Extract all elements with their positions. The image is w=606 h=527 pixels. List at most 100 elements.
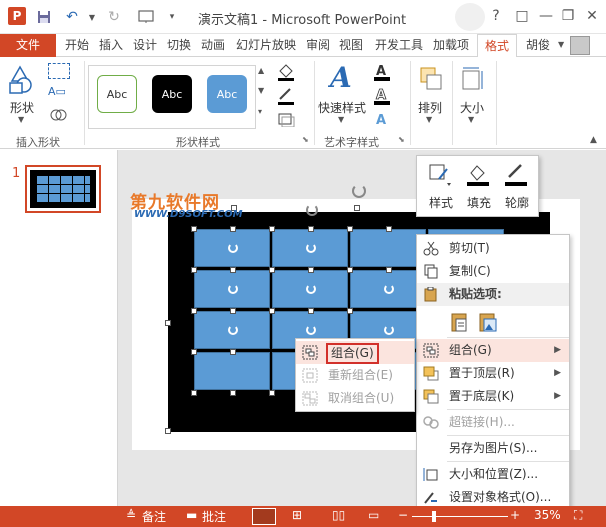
shapes-dropdown-icon[interactable]: ▼ bbox=[18, 115, 24, 124]
save-icon[interactable] bbox=[34, 7, 54, 27]
text-effects-icon[interactable]: A bbox=[372, 111, 394, 128]
user-name[interactable]: 胡俊 bbox=[526, 34, 550, 57]
shape-effects-icon[interactable] bbox=[276, 111, 296, 128]
shape-outline-icon[interactable] bbox=[276, 87, 296, 105]
text-box-icon[interactable]: A▭ bbox=[48, 85, 70, 101]
resize-handle[interactable] bbox=[269, 226, 275, 232]
tab-file[interactable]: 文件 bbox=[0, 34, 56, 57]
rotate-handle-icon[interactable] bbox=[384, 284, 394, 294]
submenu-item-group[interactable]: 组合(G) bbox=[296, 341, 414, 364]
rotate-handle-icon[interactable] bbox=[306, 204, 318, 216]
resize-handle[interactable] bbox=[308, 308, 314, 314]
notes-button[interactable]: 备注 bbox=[142, 508, 166, 525]
blue-rectangle-shape[interactable] bbox=[350, 229, 426, 267]
comments-button[interactable]: 批注 bbox=[202, 508, 226, 525]
resize-handle[interactable] bbox=[347, 308, 353, 314]
menu-item-cut[interactable]: 剪切(T) bbox=[417, 237, 569, 260]
size-button[interactable]: 大小 bbox=[460, 99, 484, 116]
notes-icon[interactable]: ≜ bbox=[126, 508, 136, 522]
start-from-beginning-icon[interactable] bbox=[136, 7, 156, 27]
quick-styles-icon[interactable]: A bbox=[327, 61, 356, 95]
resize-handle[interactable] bbox=[191, 308, 197, 314]
style-button[interactable]: 样式 bbox=[429, 194, 453, 211]
tab-format[interactable]: 格式 bbox=[477, 34, 517, 58]
arrange-icon[interactable] bbox=[418, 65, 444, 93]
resize-handle[interactable] bbox=[230, 390, 236, 396]
fill-icon[interactable] bbox=[465, 161, 491, 187]
slide-thumbnail[interactable] bbox=[25, 165, 101, 213]
edit-shape-icon[interactable] bbox=[48, 63, 70, 79]
customize-qat-icon[interactable]: ▾ bbox=[162, 7, 182, 27]
tab-insert[interactable]: 插入 bbox=[96, 34, 126, 57]
gallery-more-icon[interactable]: ▾ bbox=[258, 107, 262, 116]
tab-home[interactable]: 开始 bbox=[62, 34, 92, 57]
menu-item-copy[interactable]: 复制(C) bbox=[417, 260, 569, 283]
resize-handle[interactable] bbox=[347, 267, 353, 273]
gallery-scroll-up-icon[interactable]: ▲ bbox=[258, 66, 264, 75]
tab-view[interactable]: 视图 bbox=[336, 34, 366, 57]
shapes-button[interactable]: 形状 bbox=[10, 99, 34, 116]
fill-button[interactable]: 填充 bbox=[467, 194, 491, 211]
resize-handle[interactable] bbox=[230, 349, 236, 355]
shape-style-blue[interactable]: Abc bbox=[207, 75, 247, 113]
resize-handle[interactable] bbox=[269, 390, 275, 396]
blue-rectangle-shape[interactable] bbox=[194, 352, 270, 390]
restore-button[interactable]: ❐ bbox=[556, 5, 580, 27]
submenu-item-regroup[interactable]: 重新组合(E) bbox=[296, 364, 414, 387]
outline-icon[interactable] bbox=[503, 161, 529, 187]
resize-handle[interactable] bbox=[308, 267, 314, 273]
rotate-handle-icon[interactable] bbox=[228, 243, 238, 253]
tab-addins[interactable]: 加载项 bbox=[430, 34, 472, 57]
minimize-button[interactable]: — bbox=[534, 5, 558, 27]
menu-item-size-and-position[interactable]: 大小和位置(Z)... bbox=[417, 463, 569, 486]
zoom-slider-thumb[interactable] bbox=[432, 511, 436, 522]
merge-shapes-icon[interactable] bbox=[48, 107, 70, 123]
quick-styles-dropdown-icon[interactable]: ▼ bbox=[338, 115, 344, 124]
tab-transitions[interactable]: 切换 bbox=[164, 34, 194, 57]
slide-show-view-icon[interactable]: ▭ bbox=[368, 508, 379, 522]
menu-item-bring-to-front[interactable]: 置于顶层(R) ▶ bbox=[417, 362, 569, 385]
resize-handle[interactable] bbox=[230, 308, 236, 314]
rotate-handle-icon[interactable] bbox=[306, 284, 316, 294]
resize-handle[interactable] bbox=[165, 428, 171, 434]
menu-item-save-as-picture[interactable]: 另存为图片(S)... bbox=[417, 437, 569, 460]
style-icon[interactable] bbox=[427, 161, 453, 187]
tab-review[interactable]: 审阅 bbox=[304, 34, 332, 57]
gallery-scroll-down-icon[interactable]: ▼ bbox=[258, 86, 264, 95]
redo-icon[interactable]: ↻ bbox=[104, 7, 124, 27]
zoom-level[interactable]: 35% bbox=[534, 508, 561, 522]
submenu-item-ungroup[interactable]: 取消组合(U) bbox=[296, 387, 414, 410]
resize-handle[interactable] bbox=[191, 226, 197, 232]
undo-icon[interactable]: ↶ bbox=[62, 7, 82, 27]
menu-item-hyperlink[interactable]: 超链接(H)... bbox=[417, 411, 569, 434]
text-fill-icon[interactable]: A bbox=[372, 63, 394, 81]
normal-view-icon[interactable] bbox=[252, 508, 276, 525]
fit-slide-icon[interactable]: ⛶ bbox=[574, 508, 582, 523]
quick-styles-button[interactable]: 快速样式 bbox=[318, 99, 366, 116]
shape-styles-launcher-icon[interactable]: ⬊ bbox=[302, 135, 309, 144]
resize-handle[interactable] bbox=[191, 349, 197, 355]
wordart-launcher-icon[interactable]: ⬊ bbox=[398, 135, 405, 144]
resize-handle[interactable] bbox=[269, 308, 275, 314]
tab-slide-show[interactable]: 幻灯片放映 bbox=[232, 34, 300, 57]
shapes-gallery-icon[interactable] bbox=[8, 63, 36, 95]
rotate-handle-icon[interactable] bbox=[306, 243, 316, 253]
paste-keep-formatting-icon[interactable] bbox=[449, 311, 471, 333]
collapse-ribbon-icon[interactable]: ▲ bbox=[590, 135, 597, 145]
shape-style-white[interactable]: Abc bbox=[97, 75, 137, 113]
zoom-slider[interactable] bbox=[412, 516, 508, 517]
zoom-in-icon[interactable]: + bbox=[510, 508, 520, 522]
text-outline-icon[interactable]: A bbox=[372, 87, 394, 105]
close-button[interactable]: ✕ bbox=[580, 5, 604, 27]
resize-handle[interactable] bbox=[165, 320, 171, 326]
arrange-dropdown-icon[interactable]: ▼ bbox=[426, 115, 432, 124]
avatar[interactable] bbox=[570, 36, 590, 55]
comments-icon[interactable]: ▬ bbox=[186, 508, 197, 522]
undo-dropdown-icon[interactable]: ▼ bbox=[82, 7, 102, 27]
tab-design[interactable]: 设计 bbox=[130, 34, 160, 57]
rotate-handle-icon[interactable] bbox=[384, 325, 394, 335]
resize-handle[interactable] bbox=[386, 226, 392, 232]
shape-style-black[interactable]: Abc bbox=[152, 75, 192, 113]
help-button[interactable]: ? bbox=[484, 5, 508, 27]
shape-fill-icon[interactable] bbox=[276, 63, 296, 81]
